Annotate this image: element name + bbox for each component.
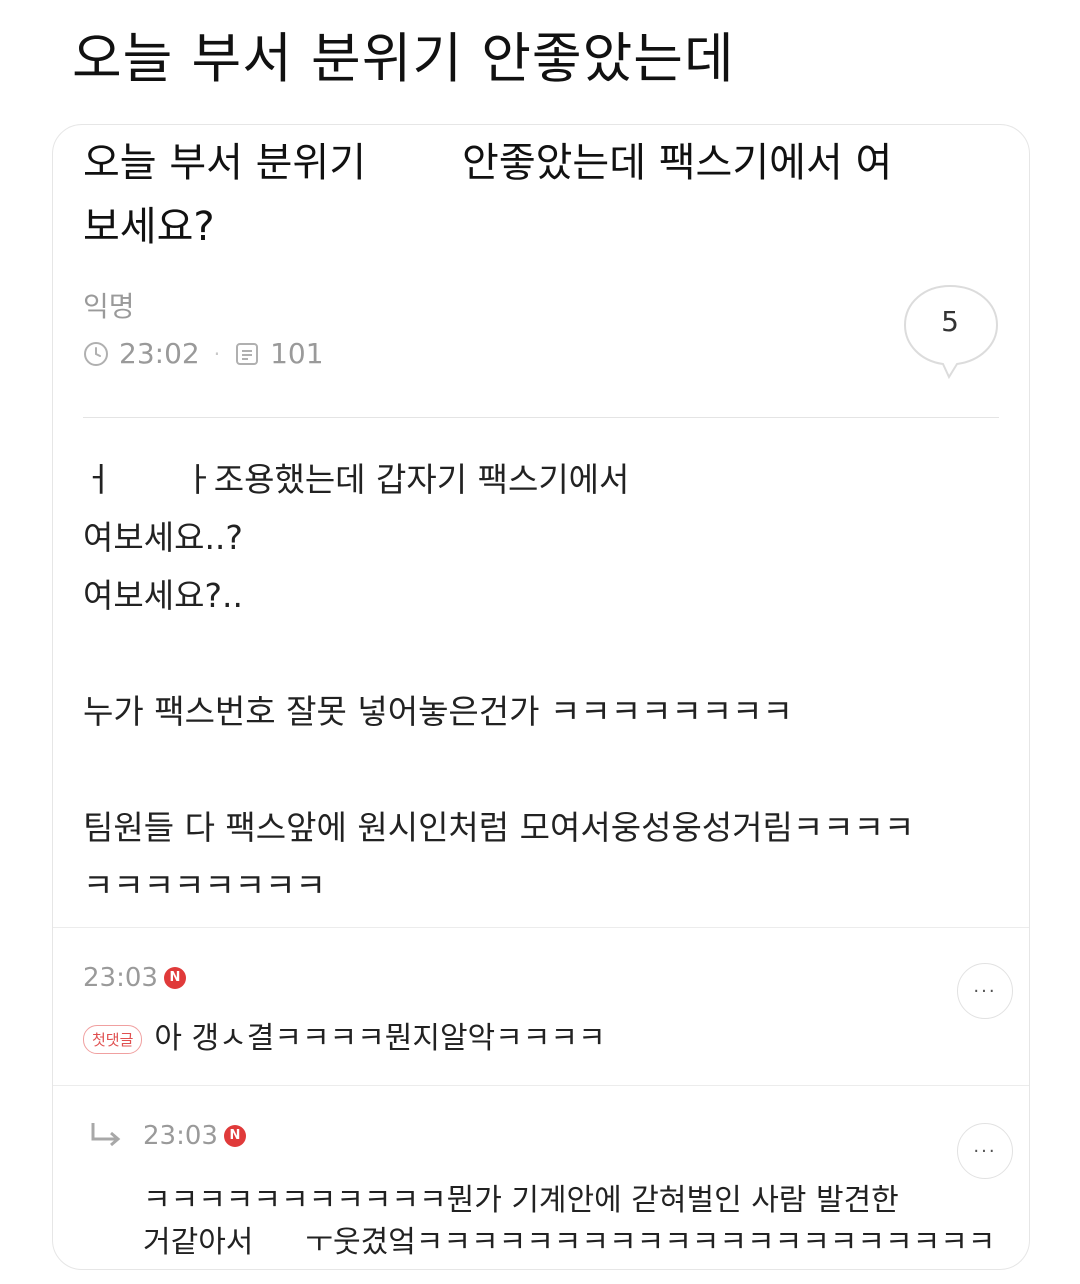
new-badge: N <box>223 1125 246 1147</box>
new-badge: N <box>163 967 186 989</box>
reply-time: 23:03 N <box>143 1121 246 1151</box>
comment-count-button[interactable]: 5 <box>903 283 1001 380</box>
post-body-fragment: ㅓ <box>83 460 114 499</box>
comment-time-text: 23:03 <box>83 963 158 993</box>
post-title: 오늘 부서 분위기 안좋았는데 팩스기에서 여 보세요? <box>83 131 1003 259</box>
post-views: 101 <box>270 337 324 370</box>
reply-text-fragment: ㅜ웃겼엌ㅋㅋㅋㅋㅋㅋㅋㅋㅋㅋㅋㅋㅋㅋㅋㅋㅋㅋㅋㅋㅋ <box>305 1225 996 1260</box>
page-headline: 오늘 부서 분위기 안좋았는데 <box>72 27 735 90</box>
reply-text-fragment: 거같아서 <box>143 1225 254 1260</box>
post-meta: 23:02 · 101 <box>83 337 324 370</box>
clock-icon <box>83 341 109 367</box>
comment-time: 23:03 N <box>83 963 186 993</box>
post-title-part1: 오늘 부서 분위기 <box>83 140 367 186</box>
post-body-line: 여보세요?.. <box>83 576 243 615</box>
post-body-line: 누가 팩스번호 잘못 넣어놓은건가 ㅋㅋㅋㅋㅋㅋㅋㅋ <box>83 692 793 731</box>
reply-arrow-icon <box>91 1123 121 1147</box>
post-author: 익명 <box>83 290 135 323</box>
first-comment-badge: 첫댓글 <box>83 1025 143 1054</box>
post-body-line: ㅓ ㅏ조용했는데 갑자기 팩스기에서 <box>83 453 629 501</box>
post-card: 오늘 부서 분위기 안좋았는데 팩스기에서 여 보세요? 익명 23:02 · 1… <box>52 124 1030 1270</box>
meta-separator: · <box>213 341 221 366</box>
comments-divider <box>53 927 1029 928</box>
post-title-line2: 보세요? <box>83 204 215 250</box>
reply-time-text: 23:03 <box>143 1121 218 1151</box>
views-icon <box>234 341 260 367</box>
header-divider <box>83 417 999 418</box>
post-body-line: 여보세요..? <box>83 518 243 557</box>
post-body-line: ㅋㅋㅋㅋㅋㅋㅋㅋ <box>83 866 326 905</box>
comment-count: 5 <box>941 305 959 338</box>
reply-text-line: 거같아서 ㅜ웃겼엌ㅋㅋㅋㅋㅋㅋㅋㅋㅋㅋㅋㅋㅋㅋㅋㅋㅋㅋㅋㅋㅋ <box>143 1217 995 1261</box>
post-body-line: 팀원들 다 팩스앞에 원시인처럼 모여서웅성웅성거림ㅋㅋㅋㅋ <box>83 808 915 847</box>
post-title-part2: 안좋았는데 팩스기에서 여 <box>462 140 893 186</box>
post-time: 23:02 <box>119 337 200 370</box>
comment-text: 아 갱ㅅ결ㅋㅋㅋㅋ뭔지알악ㅋㅋㅋㅋ <box>154 1021 606 1056</box>
comment-text-row: 첫댓글 아 갱ㅅ결ㅋㅋㅋㅋ뭔지알악ㅋㅋㅋㅋ <box>83 1013 606 1057</box>
reply-text-line: ㅋㅋㅋㅋㅋㅋㅋㅋㅋㅋㅋ뭔가 기계안에 갇혀벌인 사람 발견한 <box>143 1183 899 1218</box>
more-options-button[interactable]: ··· <box>957 963 1013 1019</box>
more-options-button[interactable]: ··· <box>957 1123 1013 1179</box>
comment-divider <box>53 1085 1029 1086</box>
post-body-fragment: ㅏ조용했는데 갑자기 팩스기에서 <box>183 460 630 499</box>
